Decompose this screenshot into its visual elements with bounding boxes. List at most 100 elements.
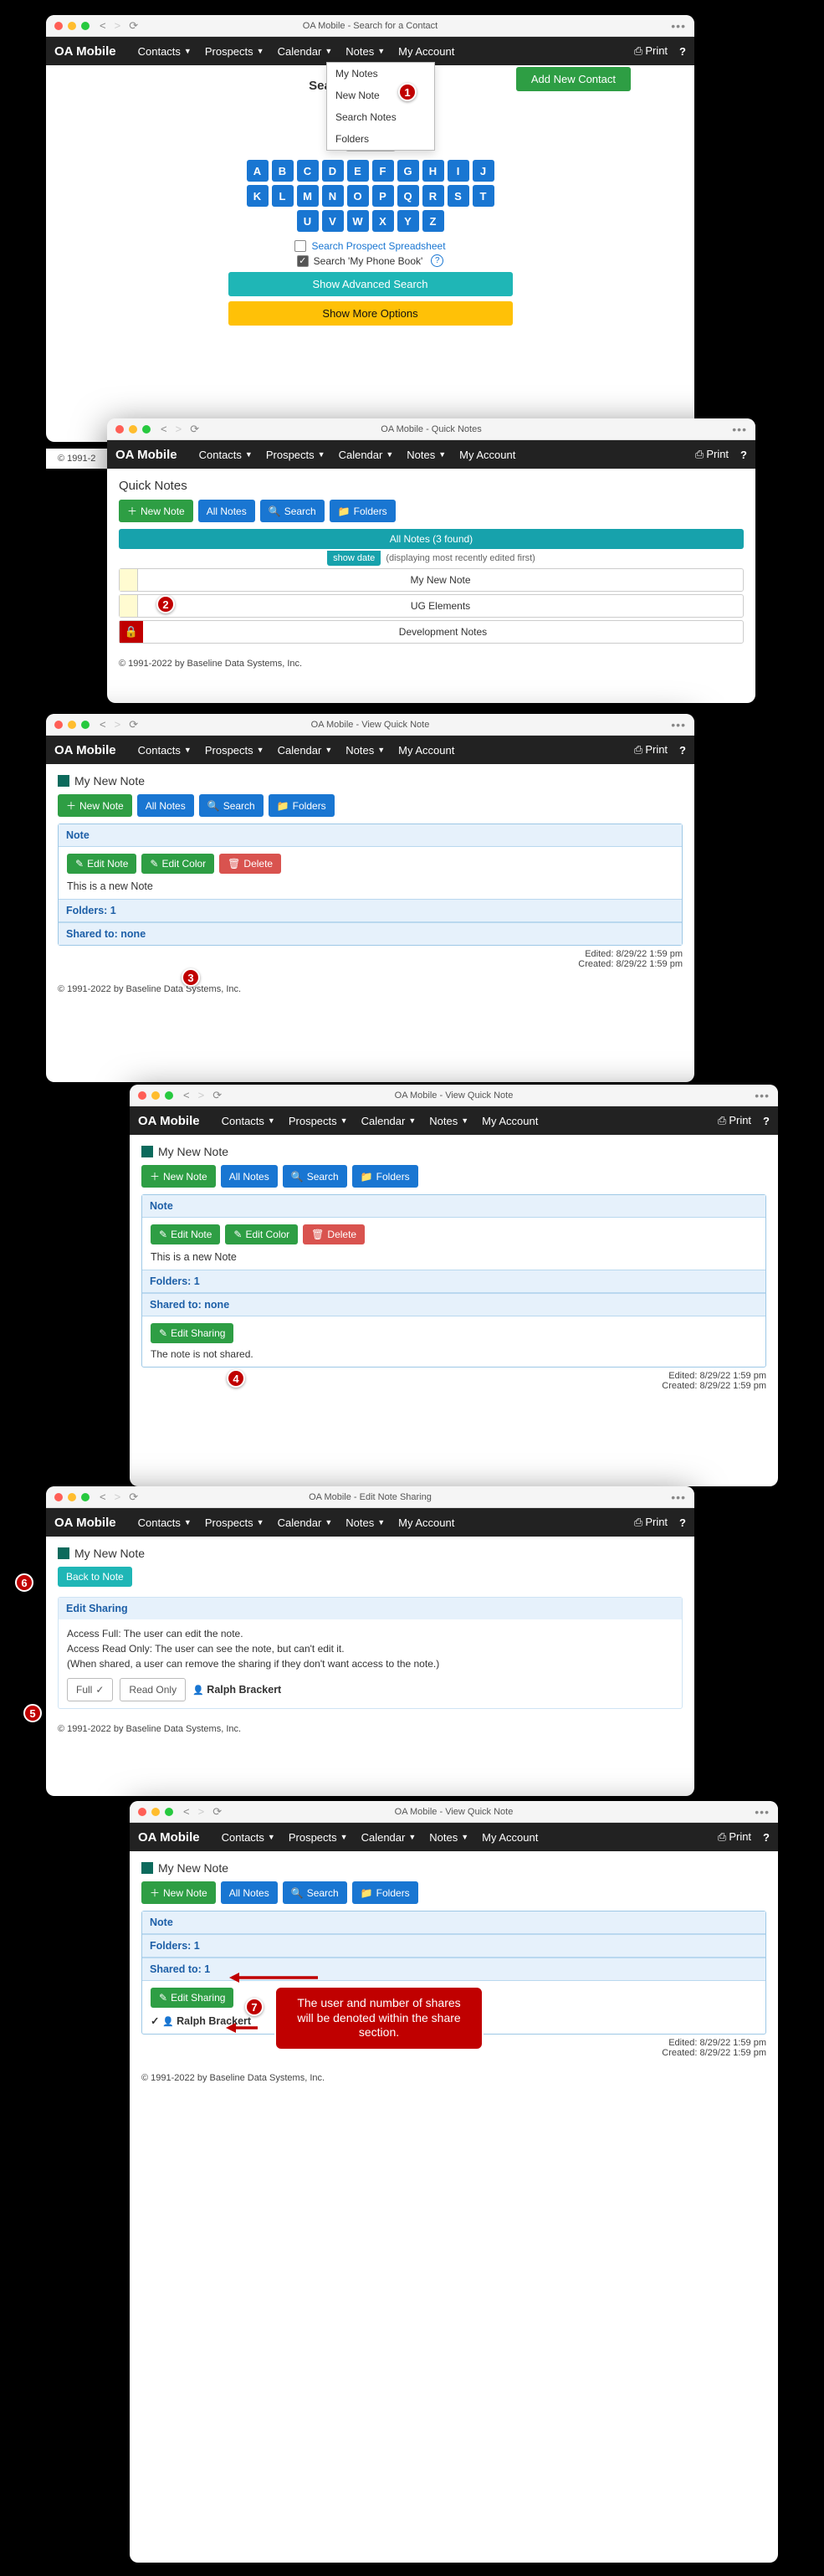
nav-calendar[interactable]: Calendar▼ <box>356 1828 422 1847</box>
print-button[interactable]: Print <box>634 1516 668 1529</box>
search-button[interactable]: 🔍Search <box>260 500 325 522</box>
note-row[interactable]: 🔒Development Notes <box>119 620 744 644</box>
letter-E[interactable]: E <box>347 160 369 182</box>
nav-account[interactable]: My Account <box>477 1828 543 1847</box>
letter-W[interactable]: W <box>347 210 369 232</box>
nav-back-icon[interactable]: < <box>100 1491 106 1504</box>
letter-U[interactable]: U <box>297 210 319 232</box>
nav-calendar[interactable]: Calendar▼ <box>334 445 399 464</box>
letter-M[interactable]: M <box>297 185 319 207</box>
nav-notes[interactable]: Notes▼ <box>340 42 390 61</box>
nav-contacts[interactable]: Contacts▼ <box>133 1513 197 1532</box>
nav-fwd-icon[interactable]: > <box>176 423 182 436</box>
nav-back-icon[interactable]: < <box>100 718 106 731</box>
new-note-button[interactable]: ＋New Note <box>58 794 132 817</box>
letter-O[interactable]: O <box>347 185 369 207</box>
nav-calendar[interactable]: Calendar▼ <box>273 1513 338 1532</box>
overflow-icon[interactable]: ••• <box>671 1491 686 1504</box>
note-panel-header[interactable]: Note <box>59 824 682 847</box>
overflow-icon[interactable]: ••• <box>671 718 686 731</box>
nav-back-icon[interactable]: < <box>183 1089 190 1102</box>
letter-T[interactable]: T <box>473 185 494 207</box>
help-icon[interactable]: ? <box>679 744 686 757</box>
letter-V[interactable]: V <box>322 210 344 232</box>
letter-Z[interactable]: Z <box>422 210 444 232</box>
letter-I[interactable]: I <box>448 160 469 182</box>
print-button[interactable]: Print <box>718 1830 751 1844</box>
nav-back-icon[interactable]: < <box>183 1805 190 1819</box>
reload-icon[interactable]: ⟳ <box>212 1089 222 1102</box>
reload-icon[interactable]: ⟳ <box>129 19 138 33</box>
letter-G[interactable]: G <box>397 160 419 182</box>
help-icon[interactable]: ? <box>679 1516 686 1529</box>
menu-folders[interactable]: Folders <box>327 128 434 150</box>
reload-icon[interactable]: ⟳ <box>212 1805 222 1819</box>
letter-H[interactable]: H <box>422 160 444 182</box>
advanced-search-button[interactable]: Show Advanced Search <box>228 272 513 296</box>
nav-back-icon[interactable]: < <box>100 19 106 33</box>
new-note-button[interactable]: ＋New Note <box>119 500 193 522</box>
shared-header[interactable]: Shared to: none <box>142 1293 765 1316</box>
letter-P[interactable]: P <box>372 185 394 207</box>
nav-prospects[interactable]: Prospects▼ <box>284 1828 353 1847</box>
folders-header[interactable]: Folders: 1 <box>142 1934 765 1958</box>
search-phonebook-row[interactable]: ✓ Search 'My Phone Book' ? <box>58 254 683 267</box>
menu-my-notes[interactable]: My Notes <box>327 63 434 85</box>
add-contact-button[interactable]: Add New Contact <box>516 67 631 91</box>
nav-prospects[interactable]: Prospects▼ <box>284 1111 353 1131</box>
edit-sharing-button[interactable]: ✎Edit Sharing <box>151 1323 233 1343</box>
overflow-icon[interactable]: ••• <box>755 1089 770 1102</box>
delete-button[interactable]: 🗑Delete <box>219 854 281 874</box>
nav-calendar[interactable]: Calendar▼ <box>356 1111 422 1131</box>
nav-contacts[interactable]: Contacts▼ <box>133 42 197 61</box>
nav-prospects[interactable]: Prospects▼ <box>200 42 269 61</box>
all-notes-button[interactable]: All Notes <box>198 500 255 522</box>
folders-button[interactable]: 📁Folders <box>269 794 335 817</box>
overflow-icon[interactable]: ••• <box>732 423 747 436</box>
note-row[interactable]: My New Note <box>119 568 744 592</box>
letter-A[interactable]: A <box>247 160 269 182</box>
overflow-icon[interactable]: ••• <box>755 1805 770 1819</box>
nav-notes[interactable]: Notes▼ <box>424 1111 473 1131</box>
letter-B[interactable]: B <box>272 160 294 182</box>
nav-notes[interactable]: Notes▼ <box>424 1828 473 1847</box>
all-notes-button[interactable]: All Notes <box>221 1165 278 1188</box>
nav-contacts[interactable]: Contacts▼ <box>194 445 258 464</box>
nav-notes[interactable]: Notes▼ <box>340 1513 390 1532</box>
delete-button[interactable]: 🗑Delete <box>303 1224 365 1244</box>
folders-button[interactable]: 📁Folders <box>352 1881 418 1904</box>
folders-button[interactable]: 📁Folders <box>330 500 396 522</box>
edit-sharing-button[interactable]: ✎Edit Sharing <box>151 1988 233 2008</box>
print-button[interactable]: Print <box>634 44 668 58</box>
checkbox-checked-icon[interactable]: ✓ <box>297 255 309 267</box>
search-button[interactable]: 🔍Search <box>283 1881 347 1904</box>
overflow-icon[interactable]: ••• <box>671 19 686 33</box>
letter-S[interactable]: S <box>448 185 469 207</box>
menu-new-note[interactable]: New Note <box>327 85 434 106</box>
read-only-chip[interactable]: Read Only <box>120 1678 186 1701</box>
search-button[interactable]: 🔍Search <box>283 1165 347 1188</box>
nav-calendar[interactable]: Calendar▼ <box>273 42 338 61</box>
nav-prospects[interactable]: Prospects▼ <box>261 445 330 464</box>
nav-prospects[interactable]: Prospects▼ <box>200 741 269 760</box>
more-options-button[interactable]: Show More Options <box>228 301 513 326</box>
nav-account[interactable]: My Account <box>477 1111 543 1131</box>
nav-calendar[interactable]: Calendar▼ <box>273 741 338 760</box>
search-prospect-row[interactable]: Search Prospect Spreadsheet <box>58 240 683 252</box>
nav-prospects[interactable]: Prospects▼ <box>200 1513 269 1532</box>
edit-note-button[interactable]: ✎Edit Note <box>67 854 136 874</box>
letter-Y[interactable]: Y <box>397 210 419 232</box>
print-button[interactable]: Print <box>695 448 729 461</box>
letter-F[interactable]: F <box>372 160 394 182</box>
letter-K[interactable]: K <box>247 185 269 207</box>
letter-J[interactable]: J <box>473 160 494 182</box>
folders-header[interactable]: Folders: 1 <box>142 1270 765 1293</box>
new-note-button[interactable]: ＋New Note <box>141 1881 216 1904</box>
nav-notes[interactable]: Notes▼ <box>340 741 390 760</box>
nav-account[interactable]: My Account <box>454 445 520 464</box>
nav-back-icon[interactable]: < <box>161 423 167 436</box>
show-date-toggle[interactable]: show date <box>327 551 381 566</box>
nav-account[interactable]: My Account <box>393 1513 459 1532</box>
search-button[interactable]: 🔍Search <box>199 794 264 817</box>
letter-R[interactable]: R <box>422 185 444 207</box>
